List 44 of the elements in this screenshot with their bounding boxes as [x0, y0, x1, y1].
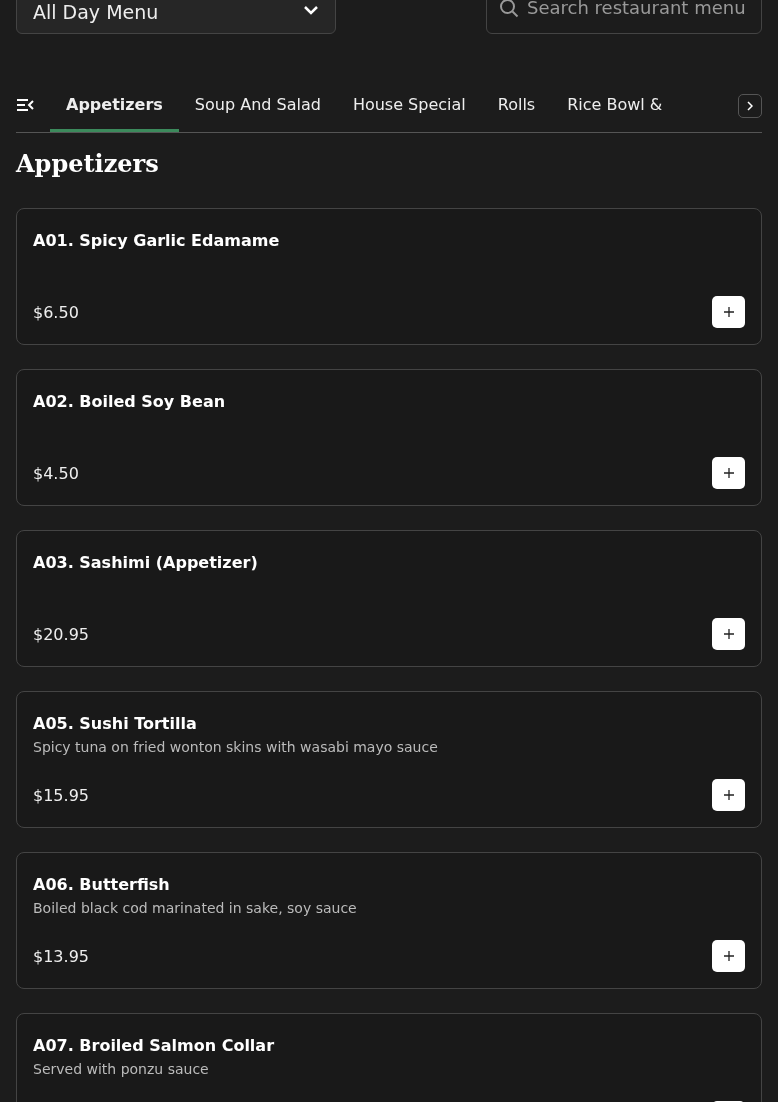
add-button[interactable]	[712, 457, 745, 489]
section-title: Appetizers	[16, 149, 160, 178]
category-tab[interactable]: Rice Bowl &	[551, 80, 670, 132]
item-price: $13.95	[33, 946, 89, 966]
item-price: $20.95	[33, 624, 89, 644]
item-name: A05. Sushi Tortilla	[33, 714, 198, 733]
menu-item-card[interactable]: A07. Broiled Salmon Collar Served with ponzu sauce	[16, 1013, 762, 1102]
item-description: Served with ponzu sauce	[33, 1061, 210, 1077]
scroll-right-button[interactable]	[738, 94, 762, 118]
item-name: A07. Broiled Salmon Collar	[33, 1036, 276, 1055]
category-tab[interactable]: Rolls	[481, 80, 552, 132]
add-button[interactable]	[712, 296, 745, 328]
item-description: Boiled black cod marinated in sake, soy sauce	[33, 900, 358, 916]
menu-item-card[interactable]: A01. Spicy Garlic Edamame $6.50	[16, 208, 762, 345]
add-button[interactable]	[712, 618, 745, 650]
menu-item-card[interactable]: A05. Sushi Tortilla Spicy tuna on fried wonton skins with wasabi mayo sauce $15.95	[16, 691, 762, 828]
menu-dropdown[interactable]: All Day Menu	[16, 0, 336, 34]
menu-item-card[interactable]: A06. Butterfish Boiled black cod marinated in sake, soy sauce $13.95	[16, 852, 762, 989]
item-name: A06. Butterfish	[33, 875, 171, 894]
search-field[interactable]: Search restaurant menu	[486, 0, 762, 34]
search-icon	[499, 0, 519, 18]
menu-icon[interactable]	[16, 97, 34, 112]
plus-icon	[723, 790, 734, 800]
item-price: $4.50	[33, 463, 79, 483]
add-button[interactable]	[712, 779, 745, 811]
search-input[interactable]: Search restaurant menu	[527, 0, 751, 19]
item-name: A01. Spicy Garlic Edamame	[33, 231, 281, 250]
item-name: A03. Sashimi (Appetizer)	[33, 553, 259, 572]
item-name: A02. Boiled Soy Bean	[33, 392, 227, 411]
item-description: Spicy tuna on fried wonton skins with wasabi mayo sauce	[33, 739, 439, 755]
plus-icon	[723, 629, 734, 639]
menu-item-card[interactable]: A02. Boiled Soy Bean $4.50	[16, 369, 762, 506]
add-button[interactable]	[712, 940, 745, 972]
chevron-down-icon	[303, 5, 319, 15]
chevron-right-icon	[747, 101, 753, 111]
item-price: $6.50	[33, 302, 79, 322]
item-price: $15.95	[33, 785, 89, 805]
category-tab[interactable]: House Special	[336, 80, 482, 132]
category-tab[interactable]: Appetizers	[50, 80, 179, 132]
category-tab[interactable]: Soup And Salad	[178, 80, 337, 132]
plus-icon	[723, 307, 734, 317]
plus-icon	[723, 951, 734, 961]
plus-icon	[723, 468, 734, 478]
menu-item-card[interactable]: A03. Sashimi (Appetizer) $20.95	[16, 530, 762, 667]
